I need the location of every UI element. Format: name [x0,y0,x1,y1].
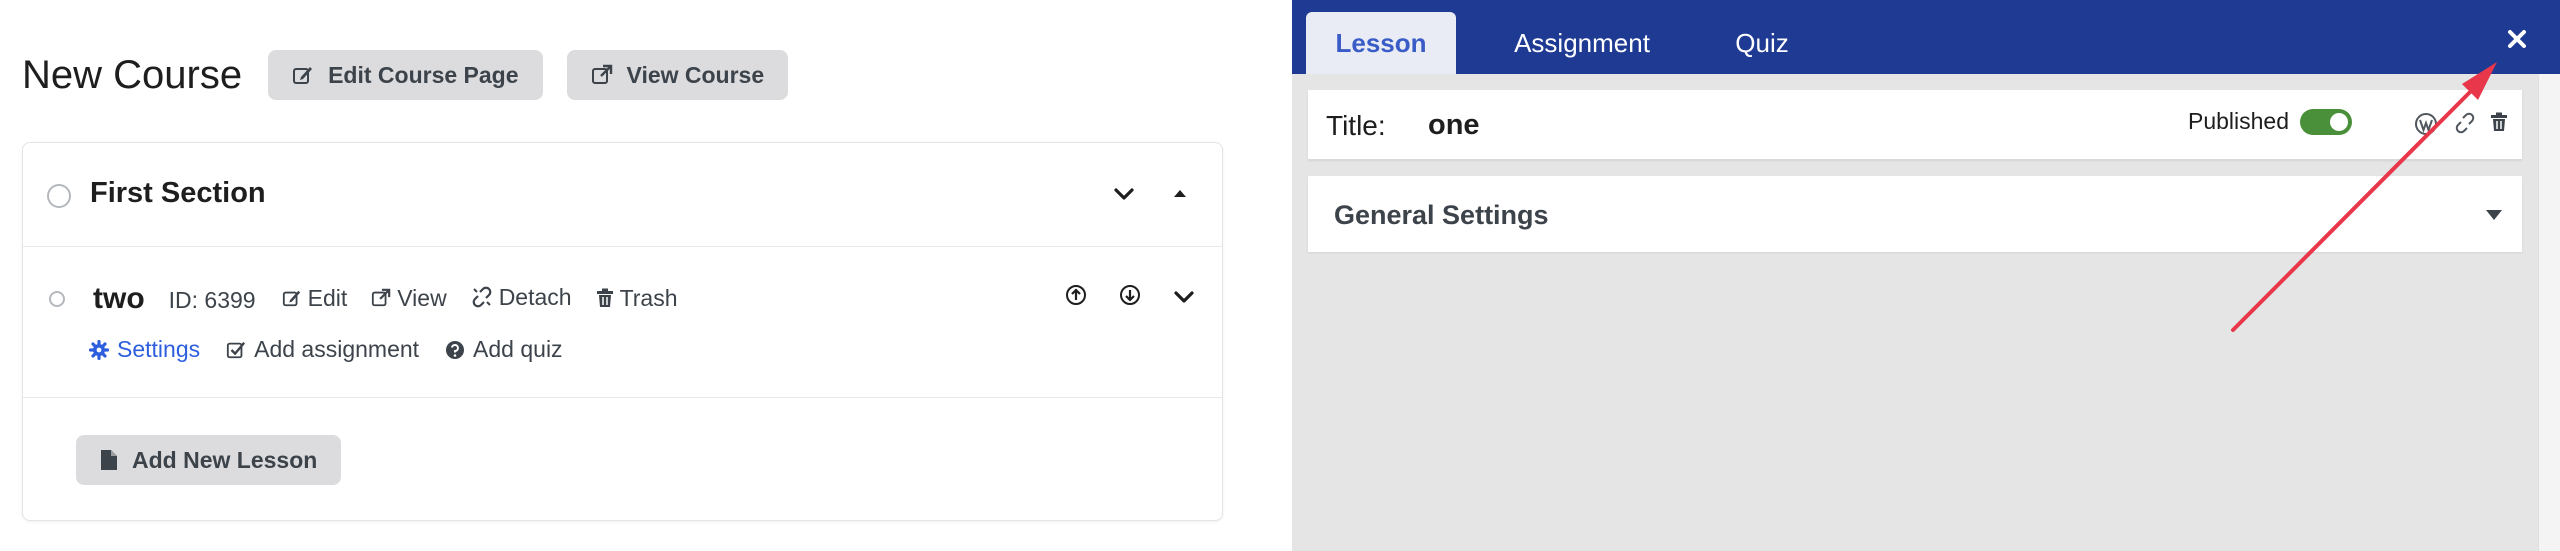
lesson-detach-label: Detach [498,283,572,310]
lesson-title-card: Title: one Published [1308,90,2522,160]
lesson-id: ID: 6399 [168,287,256,313]
trash-icon [596,288,613,307]
wordpress-icon[interactable] [2414,112,2438,136]
tab-lesson[interactable]: Lesson [1306,12,1456,74]
editor-scrollbar[interactable] [2538,74,2560,551]
lesson-trash-label: Trash [619,284,678,311]
lesson-select-radio[interactable] [49,291,65,307]
trash-icon[interactable] [2490,112,2508,132]
edit-course-page-button[interactable]: Edit Course Page [268,50,543,100]
lesson-row: two ID: 6399 Edit View Detach Trash Sett… [23,248,1222,398]
arrow-up-circle-icon[interactable] [1065,284,1087,306]
lesson-primary-line: two ID: 6399 Edit View Detach Trash [93,282,702,316]
lesson-trash-link[interactable]: Trash [596,285,678,312]
lesson-title-input[interactable]: one [1428,109,1480,142]
lesson-view-link[interactable]: View [371,284,447,312]
caret-down-icon[interactable] [2484,208,2504,222]
caret-up-icon[interactable] [1169,183,1191,205]
general-settings-title: General Settings [1334,200,1549,230]
close-icon[interactable] [2506,28,2528,50]
lesson-name: two [93,282,145,315]
add-new-lesson-button[interactable]: Add New Lesson [76,435,342,485]
arrow-down-circle-icon[interactable] [1119,284,1141,306]
unlink-icon[interactable] [2454,112,2476,134]
chevron-down-icon[interactable] [1113,183,1135,205]
add-quiz-label: Add quiz [473,336,563,362]
lesson-settings-link[interactable]: Settings [89,336,200,363]
section-header[interactable]: First Section [23,143,1222,247]
unlink-icon [472,286,492,308]
gear-icon [89,339,109,360]
section-card: First Section two ID: 6399 Edit View Det… [22,142,1223,521]
external-link-icon [591,64,612,84]
lesson-view-label: View [397,284,447,311]
published-label: Published [2188,108,2290,134]
edit-icon [282,290,300,307]
lesson-settings-label: Settings [117,336,201,362]
add-assignment-label: Add assignment [254,336,420,362]
view-course-label: View Course [626,61,765,88]
tab-assignment[interactable]: Assignment [1472,12,1692,74]
lesson-detach-link[interactable]: Detach [471,284,572,311]
lesson-editor-panel: Lesson Assignment Quiz Title: one Publis… [1292,0,2560,551]
course-builder-pane: New Course Edit Course Page View Course … [0,0,1292,551]
lesson-edit-label: Edit [307,284,348,311]
add-quiz-link[interactable]: Add quiz [445,336,563,363]
file-icon [101,450,117,470]
course-header: New Course Edit Course Page View Course [22,50,812,100]
view-course-button[interactable]: View Course [566,50,789,100]
published-toggle[interactable] [2300,109,2352,135]
lesson-secondary-line: Settings Add assignment Add quiz [89,336,589,363]
section-title: First Section [90,177,266,209]
check-square-icon [227,341,246,358]
course-title: New Course [22,52,243,97]
editor-tab-bar: Lesson Assignment Quiz [1292,0,2560,74]
add-new-lesson-label: Add New Lesson [132,446,318,473]
title-label: Title: [1326,110,1386,141]
add-assignment-link[interactable]: Add assignment [226,336,419,363]
section-select-radio[interactable] [47,184,71,208]
chevron-down-icon[interactable] [1173,286,1195,308]
external-link-icon [372,288,391,307]
edit-icon [293,67,313,84]
general-settings-card[interactable]: General Settings [1308,176,2522,252]
lesson-edit-link[interactable]: Edit [282,284,348,312]
question-circle-icon [446,340,465,359]
tab-quiz[interactable]: Quiz [1692,12,1832,74]
edit-course-page-label: Edit Course Page [328,61,519,88]
